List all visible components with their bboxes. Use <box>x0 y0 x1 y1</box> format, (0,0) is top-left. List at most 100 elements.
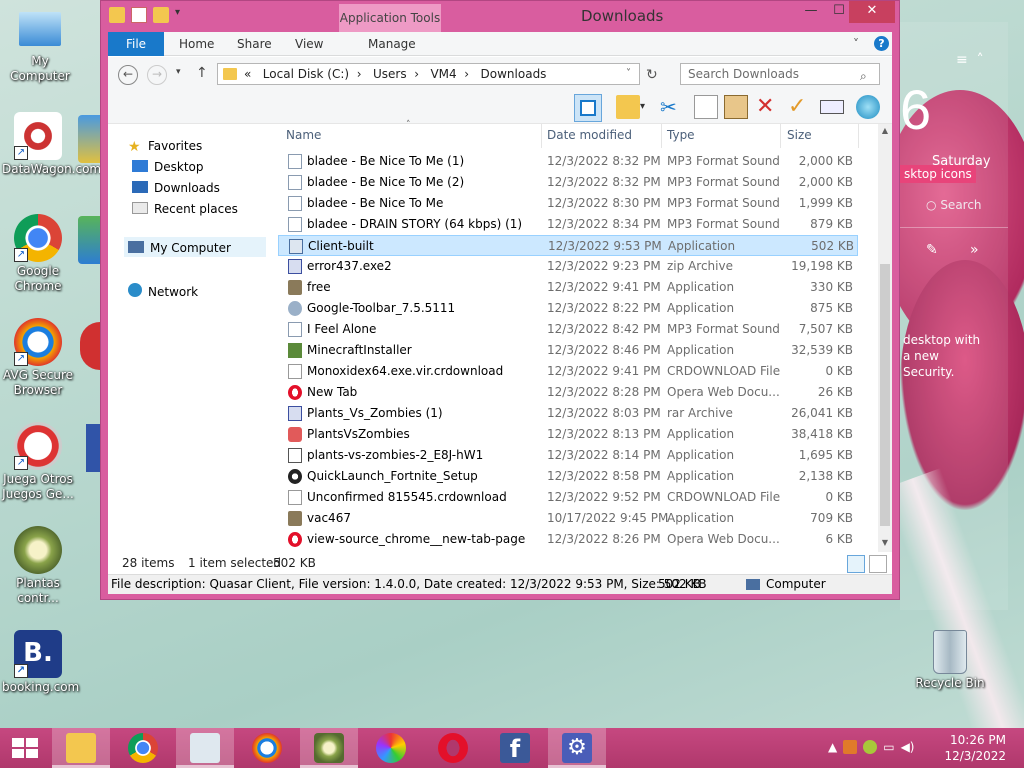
tab-home[interactable]: Home <box>179 32 214 56</box>
file-row[interactable]: Client-built 12/3/2022 9:53 PM Application… <box>278 235 858 256</box>
paste-icon[interactable] <box>724 95 748 119</box>
file-row[interactable]: Google-Toolbar_7.5.5111 12/3/2022 8:22 PM… <box>278 298 858 319</box>
cut-icon[interactable]: ✂ <box>660 95 684 119</box>
move-to-folder-icon[interactable] <box>616 95 640 119</box>
recent-locations-icon[interactable]: ▾ <box>176 67 181 77</box>
desktop-icon-booking[interactable]: B. ↗ booking.com <box>2 630 79 695</box>
column-header-name[interactable]: Name <box>286 128 321 142</box>
taskbar-opera[interactable] <box>424 728 482 768</box>
tab-view[interactable]: View <box>295 32 323 56</box>
desktop-icon-popcap[interactable]: ↗ Juega Otros Juegos Ge... <box>2 422 74 502</box>
file-row[interactable]: New Tab 12/3/2022 8:28 PM Opera Web Docu..… <box>278 382 858 403</box>
rename-icon[interactable] <box>820 100 844 114</box>
taskbar-facebook[interactable]: f <box>486 728 544 768</box>
properties-icon[interactable] <box>131 7 147 23</box>
forward-button[interactable]: → <box>147 65 167 85</box>
chevron-down-icon[interactable]: ▾ <box>640 95 650 119</box>
up-button[interactable]: ↑ <box>196 65 208 81</box>
panel-search[interactable]: ○ Search <box>926 198 982 212</box>
column-header-date[interactable]: Date modified <box>547 128 632 142</box>
taskbar-plants-vs-zombies[interactable] <box>300 728 358 768</box>
start-button[interactable] <box>0 728 50 768</box>
desktop-icon-avg-browser[interactable]: ↗ AVG Secure Browser <box>2 318 74 398</box>
desktop-icon-datawagon[interactable]: ↗ DataWagon.com <box>2 112 101 177</box>
column-divider[interactable] <box>780 124 781 148</box>
tab-manage[interactable]: Manage <box>368 32 416 56</box>
expand-ribbon-icon[interactable]: ˅ <box>853 32 859 56</box>
desktop-icon-partial[interactable] <box>78 115 100 163</box>
file-row[interactable]: MinecraftInstaller 12/3/2022 8:46 PM Appli… <box>278 340 858 361</box>
file-row[interactable]: Unconfirmed 815545.crdownload 12/3/2022 9… <box>278 487 858 508</box>
nav-recent-places[interactable]: Recent places <box>132 202 238 216</box>
desktop-icon-my-computer[interactable]: My Computer <box>4 8 76 84</box>
explorer-window[interactable]: ▾ Application Tools Downloads — ☐ ✕ File… <box>100 0 900 600</box>
scroll-thumb[interactable] <box>880 264 890 526</box>
large-icons-view-button[interactable] <box>869 555 887 573</box>
breadcrumb-overflow[interactable]: « <box>244 67 251 81</box>
taskbar-task-manager[interactable] <box>176 728 234 768</box>
file-row[interactable]: bladee - Be Nice To Me (2) 12/3/2022 8:32… <box>278 172 858 193</box>
delete-icon[interactable]: ✕ <box>756 95 780 119</box>
nav-favorites[interactable]: ★ Favorites <box>128 139 202 154</box>
desktop-icon-partial[interactable] <box>86 424 100 472</box>
chevron-right-icon[interactable]: » <box>970 242 979 258</box>
scroll-up-arrow[interactable]: ▲ <box>878 126 892 135</box>
close-button[interactable]: ✕ <box>849 1 895 23</box>
desktop-icon-plantas[interactable]: Plantas contr... <box>2 526 74 606</box>
file-row[interactable]: bladee - Be Nice To Me (1) 12/3/2022 8:32… <box>278 151 858 172</box>
details-view-button[interactable] <box>847 555 865 573</box>
chevron-down-icon[interactable]: ▾ <box>175 7 185 23</box>
volume-icon[interactable]: ◀) <box>901 740 915 754</box>
globe-icon[interactable] <box>856 95 880 119</box>
column-header-type[interactable]: Type <box>667 128 695 142</box>
column-header-size[interactable]: Size <box>787 128 812 142</box>
search-input[interactable]: Search Downloads <box>680 63 880 85</box>
scroll-down-arrow[interactable]: ▼ <box>878 538 892 547</box>
breadcrumb-downloads[interactable]: Downloads <box>481 67 547 81</box>
title-bar[interactable]: ▾ Application Tools Downloads — ☐ ✕ <box>101 1 899 33</box>
copy-icon[interactable] <box>694 95 718 119</box>
column-divider[interactable] <box>858 124 859 148</box>
refresh-button[interactable]: ↻ <box>646 67 658 83</box>
breadcrumb-local-disk[interactable]: Local Disk (C:) <box>263 67 349 81</box>
breadcrumb-users[interactable]: Users <box>373 67 407 81</box>
chevron-down-icon[interactable]: ˅ <box>626 64 631 84</box>
file-row[interactable]: free 12/3/2022 9:41 PM Application 330 KB <box>278 277 858 298</box>
file-row[interactable]: vac467 10/17/2022 9:45 PM Application 709 K… <box>278 508 858 529</box>
file-row[interactable]: plants-vs-zombies-2_E8J-hW1 12/3/2022 8:1… <box>278 445 858 466</box>
new-folder-icon[interactable] <box>153 7 169 23</box>
vertical-scrollbar[interactable]: ▲ ▼ <box>878 124 892 552</box>
nav-network[interactable]: Network <box>128 283 198 299</box>
file-row[interactable]: Plants_Vs_Zombies (1) 12/3/2022 8:03 PM ra… <box>278 403 858 424</box>
file-row[interactable]: QuickLaunch_Fortnite_Setup 12/3/2022 8:58… <box>278 466 858 487</box>
help-icon[interactable]: ? <box>874 36 889 51</box>
select-all-icon[interactable]: ✓ <box>788 95 812 119</box>
address-bar[interactable]: « Local Disk (C:) › Users › VM4 › Downlo… <box>217 63 640 85</box>
taskbar-chrome[interactable] <box>114 728 172 768</box>
nav-downloads[interactable]: Downloads <box>132 181 220 195</box>
folder-icon[interactable] <box>109 7 125 23</box>
note-icon[interactable]: ✎ <box>926 242 938 258</box>
back-button[interactable]: ← <box>118 65 138 85</box>
search-icon[interactable]: ⌕ <box>860 69 867 84</box>
security-icon[interactable] <box>843 740 858 754</box>
breadcrumb-vm4[interactable]: VM4 <box>430 67 456 81</box>
file-row[interactable]: bladee - DRAIN STORY (64 kbps) (1) 12/3/2… <box>278 214 858 235</box>
file-row[interactable]: PlantsVsZombies 12/3/2022 8:13 PM Applicat… <box>278 424 858 445</box>
network-status-icon[interactable]: ▭ <box>883 740 894 754</box>
tab-file[interactable]: File <box>108 32 164 56</box>
preview-pane-button[interactable] <box>574 94 602 122</box>
menu-icon[interactable]: ≡ ˄ <box>956 52 984 68</box>
desktop-icon-google-chrome[interactable]: ↗ Google Chrome <box>2 214 74 294</box>
nav-desktop[interactable]: Desktop <box>132 160 204 174</box>
minimize-button[interactable]: — <box>797 1 825 23</box>
desktop-icon-partial[interactable] <box>78 216 100 264</box>
file-row[interactable]: error437.exe2 12/3/2022 9:23 PM zip Archiv… <box>278 256 858 277</box>
column-divider[interactable] <box>661 124 662 148</box>
tab-share[interactable]: Share <box>237 32 272 56</box>
column-divider[interactable] <box>541 124 542 148</box>
taskbar-settings[interactable]: ⚙ <box>548 728 606 768</box>
taskbar-clock[interactable]: 10:26 PM 12/3/2022 <box>944 732 1006 764</box>
file-row[interactable]: I Feel Alone 12/3/2022 8:42 PM MP3 Format … <box>278 319 858 340</box>
file-row[interactable]: view-source_chrome__new-tab-page 12/3/202… <box>278 529 858 550</box>
